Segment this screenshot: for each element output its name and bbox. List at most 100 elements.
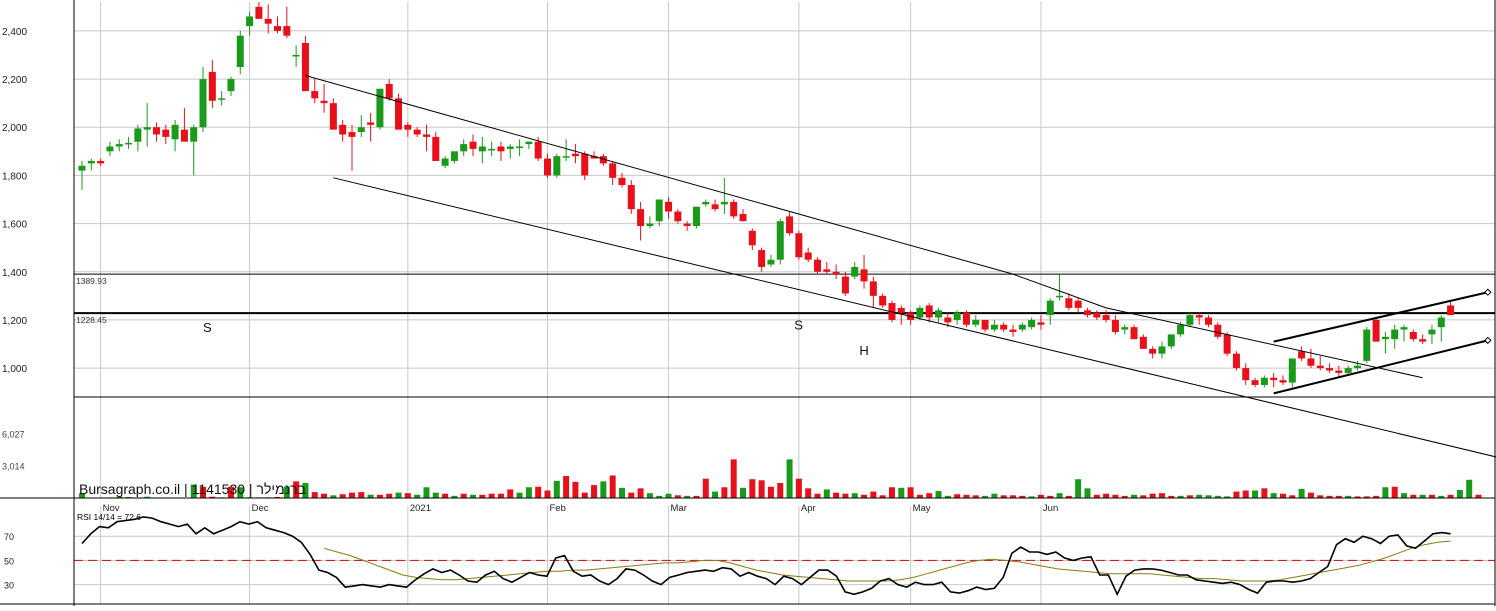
candle-body [1019, 325, 1026, 330]
x-tick-label: Apr [801, 503, 816, 514]
candle-body [227, 79, 234, 91]
volume-bar [852, 493, 858, 498]
candle-body [302, 43, 309, 91]
volume-bar [796, 479, 802, 498]
candle-body [283, 26, 290, 36]
candle-body [1214, 325, 1221, 337]
candle-body [833, 272, 840, 274]
candle-body [1391, 330, 1398, 340]
candle-body [274, 26, 281, 31]
candle-body [1103, 315, 1110, 320]
candle-body [246, 16, 253, 26]
candle-body [1419, 339, 1426, 341]
x-tick-label: Feb [550, 503, 566, 514]
candle-body [572, 154, 579, 156]
x-tick-label: May [913, 503, 931, 514]
candle-body [1177, 325, 1184, 335]
candle-body [367, 122, 374, 124]
candle-body [618, 178, 625, 185]
candle-body [1037, 322, 1044, 324]
candle-body [321, 101, 328, 103]
candle-body [767, 260, 774, 265]
candle-body [1131, 327, 1138, 339]
price-tick-label: 1,200 [2, 316, 27, 327]
candle-body [1010, 330, 1017, 332]
volume-bar [433, 493, 439, 498]
watermark: Bursagraph.co.il | 1141530 | ברנמילר [79, 481, 306, 497]
candle-body [1307, 358, 1314, 365]
volume-bar [638, 488, 644, 498]
candle-body [293, 55, 300, 57]
candle-body [823, 269, 830, 271]
volume-bar [405, 493, 411, 498]
candle-body [404, 125, 411, 130]
candle-body [1354, 366, 1361, 368]
candle-body [1270, 378, 1277, 380]
candle-body [609, 163, 616, 177]
volume-bar [517, 493, 523, 498]
volume-bar [1466, 480, 1472, 498]
candle-body [777, 221, 784, 260]
volume-bar [526, 487, 532, 498]
candle-body [1047, 301, 1054, 315]
candle-body [255, 7, 262, 19]
candle-body [563, 156, 570, 158]
volume-bar [600, 481, 606, 498]
price-tick-label: 1,400 [2, 268, 27, 279]
candle-body [1233, 354, 1240, 368]
volume-bar [423, 487, 429, 498]
price-tick-label: 1,600 [2, 220, 27, 231]
volume-bar [1261, 488, 1267, 498]
candle-body [1326, 368, 1333, 370]
volume-bar [936, 491, 942, 498]
candle-body [1205, 318, 1212, 325]
candle-body [432, 137, 439, 161]
candle-body [451, 151, 458, 161]
volume-bar [805, 488, 811, 498]
candle-body [842, 277, 849, 294]
volume-bar [1252, 490, 1258, 498]
rsi-tick-label: 30 [4, 581, 14, 591]
candle-body [470, 142, 477, 149]
candle-body [1242, 368, 1249, 380]
pattern-label: S [794, 318, 803, 333]
volume-bar [1299, 489, 1305, 498]
candle-body [982, 320, 989, 330]
candle-body [1298, 351, 1305, 358]
candle-body [749, 231, 756, 245]
volume-bar [442, 494, 448, 498]
candle-body [442, 159, 449, 166]
candle-body [348, 132, 355, 137]
candle-body [358, 127, 365, 132]
x-tick-label: Mar [671, 503, 687, 514]
volume-bar [340, 494, 346, 498]
volume-bar [591, 485, 597, 498]
price-tick-label: 1,800 [2, 171, 27, 182]
volume-bar [461, 494, 467, 498]
volume-bar [1308, 493, 1314, 498]
candle-body [581, 154, 588, 176]
candle-body [200, 79, 207, 127]
candle-body [712, 204, 719, 209]
candle-body [535, 142, 542, 159]
volume-bar [386, 494, 392, 498]
candle-body [898, 308, 905, 313]
candle-body [674, 212, 681, 222]
volume-bar [1075, 479, 1081, 498]
candle-body [237, 36, 244, 67]
volume-tick-label: 3,014 [2, 462, 25, 472]
candle-body [1000, 325, 1007, 330]
volume-bar [787, 459, 793, 498]
candle-body [693, 207, 700, 226]
volume-bar [1243, 490, 1249, 498]
candle-body [153, 127, 160, 134]
candle-body [209, 72, 216, 101]
volume-bar [1103, 494, 1109, 498]
candle-body [106, 147, 113, 152]
volume-bar [898, 488, 904, 498]
volume-bar [498, 494, 504, 498]
volume-bar [647, 493, 653, 498]
volume-bar [749, 479, 755, 498]
candle-body [460, 144, 467, 151]
volume-bar [1057, 493, 1063, 498]
